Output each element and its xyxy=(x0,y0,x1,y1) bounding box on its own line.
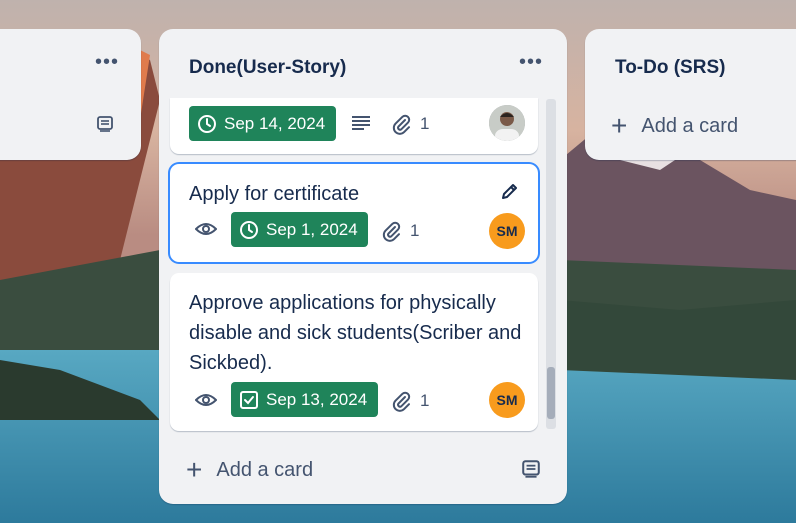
member-avatar-photo[interactable] xyxy=(489,105,525,141)
list-title[interactable]: To-Do (SRS) xyxy=(615,57,725,79)
due-date-badge[interactable]: Sep 14, 2024 xyxy=(189,106,336,141)
list-title[interactable]: Done(User-Story) xyxy=(189,57,346,79)
plus-icon: + xyxy=(611,110,628,141)
card-sep-14[interactable]: Sep 14, 2024 1 xyxy=(170,98,538,154)
list-scrollbar-thumb[interactable] xyxy=(547,367,555,419)
member-avatar[interactable]: SM xyxy=(489,213,525,249)
card-title: Approve applications for physically disa… xyxy=(189,292,522,374)
clock-icon xyxy=(240,220,258,239)
attachment-count: 1 xyxy=(380,220,419,242)
eye-icon xyxy=(194,392,218,413)
description-icon xyxy=(351,115,371,136)
eye-icon xyxy=(194,221,218,242)
due-date-text: Sep 14, 2024 xyxy=(224,113,326,133)
more-horizontal-icon[interactable]: ••• xyxy=(519,51,543,74)
due-date-text: Sep 1, 2024 xyxy=(266,219,358,239)
more-horizontal-icon[interactable]: ••• xyxy=(95,51,119,74)
card-title: Apply for certificate xyxy=(189,183,360,205)
paperclip-icon xyxy=(392,114,411,135)
attachment-count: 1 xyxy=(390,113,429,135)
card-template-icon[interactable] xyxy=(96,115,114,138)
list-done-user-story: Done(User-Story) ••• Sep 14, 2024 1 Appl… xyxy=(159,29,567,504)
list-to-do-srs: To-Do (SRS) + Add a card xyxy=(585,29,796,160)
member-avatar[interactable]: SM xyxy=(489,382,525,418)
card-template-icon[interactable] xyxy=(521,459,541,484)
due-date-badge[interactable]: Sep 13, 2024 xyxy=(231,382,378,417)
clock-icon xyxy=(198,114,216,133)
add-card-button[interactable]: + Add a card xyxy=(186,456,313,484)
paperclip-icon xyxy=(382,221,401,242)
plus-icon: + xyxy=(186,454,203,485)
checkbox-icon xyxy=(240,390,258,409)
attachment-count: 1 xyxy=(390,390,429,412)
due-date-text: Sep 13, 2024 xyxy=(266,389,368,409)
add-card-button[interactable]: + Add a card xyxy=(611,112,738,140)
card-apply-for-certificate[interactable]: Apply for certificate Sep 1, 2024 1 SM xyxy=(170,164,538,262)
left-list: ••• xyxy=(0,29,141,160)
pencil-icon[interactable] xyxy=(500,181,520,206)
due-date-badge[interactable]: Sep 1, 2024 xyxy=(231,212,368,247)
paperclip-icon xyxy=(392,391,411,412)
card-approve-applications[interactable]: Approve applications for physically disa… xyxy=(170,273,538,431)
